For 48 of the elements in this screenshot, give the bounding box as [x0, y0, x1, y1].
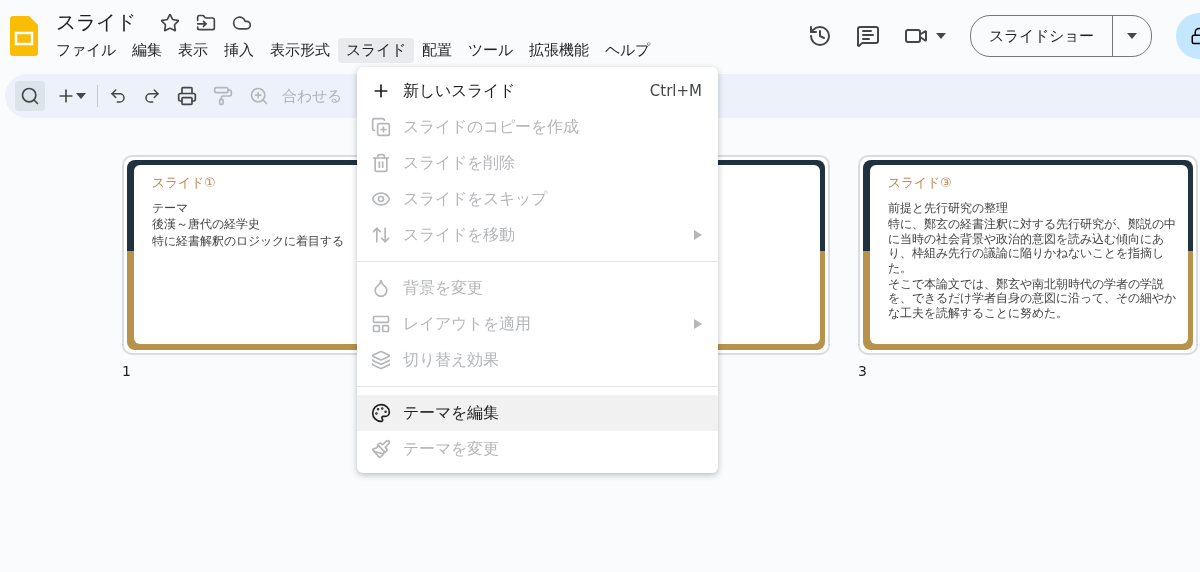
menu-item[interactable]: ヘルプ: [597, 38, 658, 63]
print-icon: [177, 86, 197, 106]
slide-number: 1: [122, 363, 131, 379]
slide-thumbnail[interactable]: スライド③ 前提と先行研究の整理 特に、鄭玄の経書注釈に対する先行研究が、鄭説の中に当時の社会背景や政治的意図を読み込む傾向にあり、枠組み先行の議論に陥りかねないことを指摘した。 そこで本論文では、鄭玄や南北朝時代の学者の学説を、できるだけ学者自身の意図に沿って、その細やかな工夫を読解することに努めた。: [858, 155, 1198, 355]
arrows-icon: [371, 225, 391, 245]
paint-roller-icon: [213, 86, 233, 106]
slide-text: 前提と先行研究の整理: [888, 201, 1008, 216]
slide-text: 後漢～唐代の経学史: [152, 217, 260, 232]
paintbrush-icon: [371, 439, 391, 459]
shortcut-label: Ctrl+M: [649, 82, 702, 100]
caret-icon: [76, 93, 86, 99]
menu-item[interactable]: 挿入: [216, 38, 262, 63]
droplet-icon: [371, 278, 391, 298]
undo-icon: [109, 87, 127, 105]
slide-number: 3: [858, 363, 867, 379]
document-title[interactable]: スライド: [56, 9, 136, 36]
palette-icon: [371, 403, 391, 423]
search-icon: [20, 86, 40, 106]
menu-item[interactable]: 表示形式: [262, 38, 338, 63]
menu-item[interactable]: ファイル: [48, 38, 124, 63]
comment-icon: [856, 24, 880, 48]
menu-item[interactable]: スライド: [338, 38, 414, 63]
menu-item[interactable]: 表示: [170, 38, 216, 63]
slide-text: そこで本論文では、鄭玄や南北朝時代の学者の学説を、できるだけ学者自身の意図に沿って、その細やかな工夫を読解することに努めた。: [888, 276, 1177, 321]
trash-icon: [371, 153, 391, 173]
history-icon: [808, 24, 832, 48]
menu-item[interactable]: 拡張機能: [521, 38, 597, 63]
zoom-icon: [249, 86, 269, 106]
search-button[interactable]: [15, 81, 45, 111]
slide-text: 特に、鄭玄の経書注釈に対する先行研究が、鄭説の中に当時の社会背景や政治的意図を読み込む傾向にあり、枠組み先行の議論に陥りかねないことを指摘した。: [888, 217, 1177, 275]
layers-icon: [371, 350, 391, 370]
menu-item[interactable]: 配置: [414, 38, 460, 63]
menu-entry[interactable]: テーマを編集: [357, 395, 718, 431]
caret-icon: [1127, 33, 1137, 39]
caret-icon: [936, 33, 946, 39]
copy-icon: [371, 117, 391, 137]
layout-icon: [371, 314, 391, 334]
slide-title: スライド①: [152, 174, 216, 192]
menu-item[interactable]: 編集: [124, 38, 170, 63]
folder-icon: [196, 12, 216, 33]
slide-title: スライド③: [888, 174, 952, 192]
menu-item[interactable]: ツール: [460, 38, 521, 63]
redo-icon: [143, 87, 161, 105]
eye-icon: [371, 189, 391, 209]
slide-text: テーマ: [152, 201, 188, 216]
slide-text: 特に経書解釈のロジックに着目する: [152, 233, 344, 249]
star-icon: [160, 12, 180, 33]
menu-entry[interactable]: 新しいスライド Ctrl+M: [357, 73, 718, 109]
